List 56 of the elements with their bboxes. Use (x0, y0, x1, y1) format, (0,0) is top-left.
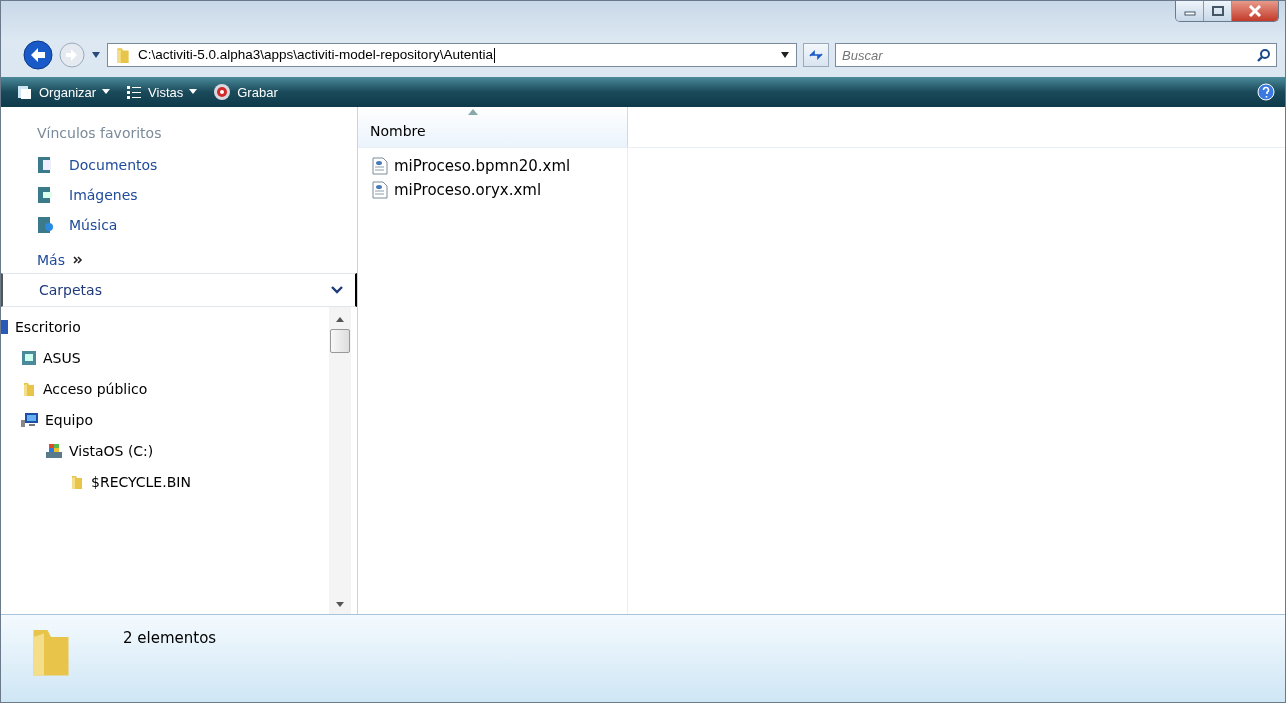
folder-tree-item[interactable]: VistaOS (C:) (1, 435, 329, 466)
favorite-link[interactable]: Imágenes (37, 181, 357, 209)
back-button[interactable] (23, 40, 53, 70)
file-item[interactable]: miProceso.bpmn20.xml (372, 154, 571, 178)
disc-icon (213, 83, 232, 101)
file-item[interactable]: miProceso.oryx.xml (372, 178, 542, 202)
refresh-arrows-icon (808, 49, 824, 61)
scroll-up-icon[interactable] (336, 317, 344, 323)
drive-icon (45, 442, 63, 459)
more-link[interactable]: Más (37, 252, 65, 268)
favorite-link[interactable]: Música (37, 211, 357, 239)
folder-icon (69, 473, 85, 490)
folder-tree-item[interactable]: $RECYCLE.BIN (1, 466, 329, 497)
section-title: Vínculos favoritos (37, 124, 163, 143)
organize-icon (17, 84, 33, 100)
folder-tree-item[interactable]: Escritorio (1, 311, 329, 342)
caret-icon (102, 89, 111, 95)
sort-arrow-icon (468, 109, 478, 115)
caret-icon (189, 89, 198, 95)
address-field[interactable]: C:\activiti-5.0.alpha3\apps\activiti-model-repository\Autentia (107, 43, 797, 67)
history-dropdown-button[interactable] (91, 51, 101, 59)
folder-tree-item[interactable]: Equipo (1, 404, 329, 435)
favorite-link[interactable]: Documentos (37, 151, 357, 179)
double-chevron-icon (72, 256, 83, 264)
contact-card-icon (21, 349, 37, 366)
search-field[interactable]: Buscar (835, 43, 1277, 67)
desktop-icon (1, 318, 9, 335)
folder-icon (114, 46, 132, 64)
views-icon (126, 84, 143, 100)
dropdown-arrow-icon[interactable] (780, 51, 790, 59)
maximize-icon (1211, 6, 1224, 16)
xml-file-icon (372, 157, 388, 175)
caret-icon (91, 51, 101, 59)
search-icon (1257, 48, 1271, 62)
text-cursor (493, 47, 495, 63)
chevron-down-icon (331, 286, 343, 294)
help-icon[interactable] (1257, 83, 1275, 101)
scroll-down-icon[interactable] (336, 602, 344, 608)
folders-header[interactable]: Carpetas (1, 273, 357, 307)
folder-tree-item[interactable]: ASUS (1, 342, 329, 373)
close-button[interactable] (1232, 1, 1278, 21)
picture-library-icon (37, 186, 55, 204)
maximize-button[interactable] (1204, 1, 1232, 21)
computer-icon (21, 411, 39, 428)
toolbar-button[interactable]: Grabar (207, 80, 284, 104)
folder-tree-item[interactable]: Acceso público (1, 373, 329, 404)
item-count: 2 elementos (123, 629, 217, 647)
close-icon (1248, 5, 1262, 17)
column-header[interactable]: Nombre (358, 107, 628, 147)
folder-icon (21, 380, 37, 397)
music-library-icon (37, 216, 55, 234)
toolbar-button[interactable]: Vistas (120, 81, 204, 103)
toolbar-button[interactable]: Organizar (11, 81, 117, 103)
refresh-button[interactable] (803, 43, 829, 67)
scrollbar-thumb[interactable] (330, 329, 350, 353)
xml-file-icon (372, 181, 388, 199)
